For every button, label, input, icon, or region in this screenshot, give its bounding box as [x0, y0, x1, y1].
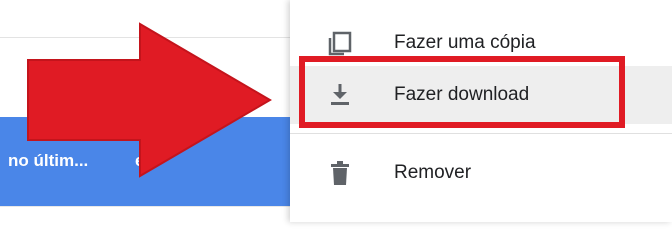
menu-item-label: Fazer uma cópia	[394, 32, 536, 53]
menu-divider	[290, 133, 672, 134]
highlight-annotation-box	[299, 56, 625, 128]
trash-icon	[326, 159, 354, 187]
selected-file-row[interactable]: no últim... e	[0, 117, 290, 206]
list-divider	[0, 206, 290, 207]
menu-item-remove[interactable]: Remover	[290, 144, 672, 202]
file-list: no últim... e	[0, 0, 290, 222]
menu-item-label: Remover	[394, 162, 472, 183]
file-modified-cell: no últim...	[8, 151, 89, 170]
copy-icon	[326, 29, 354, 57]
list-divider	[0, 37, 290, 38]
file-size-cell: e	[135, 151, 145, 170]
